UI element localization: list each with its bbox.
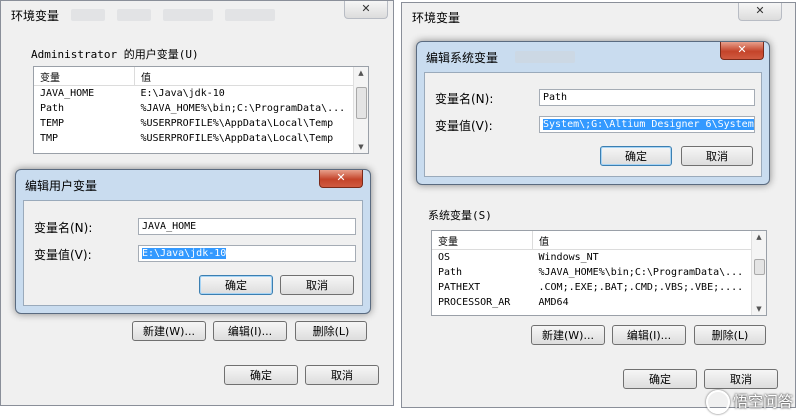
variable-name-field[interactable]: Path <box>539 89 755 106</box>
close-icon[interactable]: ✕ <box>720 42 764 60</box>
vertical-scrollbar[interactable]: ▲ ▼ <box>353 67 368 153</box>
close-icon[interactable]: ✕ <box>319 170 363 188</box>
dialog-title: 编辑系统变量 <box>426 51 499 65</box>
variable-name-label: 变量名(N): <box>435 92 494 106</box>
variable-name-label: 变量名(N): <box>34 221 93 235</box>
dialog-body: 变量名(N): Path 变量值(V): System\;G:\Altium D… <box>424 72 762 177</box>
watermark-text: 悟空问答 <box>732 392 793 411</box>
scroll-down-icon[interactable]: ▼ <box>752 303 766 315</box>
column-header-value[interactable]: 值 <box>134 67 368 86</box>
scroll-down-icon[interactable]: ▼ <box>354 141 368 153</box>
ok-button[interactable]: 确定 <box>224 365 298 385</box>
vertical-scrollbar[interactable]: ▲ ▼ <box>751 231 766 315</box>
scroll-thumb[interactable] <box>754 259 765 275</box>
cancel-button[interactable]: 取消 <box>305 365 379 385</box>
window-title: 环境变量 <box>11 9 60 23</box>
table-row[interactable]: TEMP %USERPROFILE%\AppData\Local\Temp <box>34 116 368 131</box>
table-row[interactable]: OS Windows_NT <box>432 250 766 266</box>
close-icon[interactable]: ✕ <box>738 3 782 21</box>
column-header-variable[interactable]: 变量 <box>34 67 135 86</box>
user-delete-button[interactable]: 删除(L) <box>295 321 367 341</box>
system-vars-list[interactable]: 变量值 OS Windows_NT Path %JAVA_HOME%\bin;C:\… <box>431 230 767 316</box>
system-edit-button[interactable]: 编辑(I)... <box>612 325 686 345</box>
variable-value-label: 变量值(V): <box>34 248 92 262</box>
table-row[interactable]: Path %JAVA_HOME%\bin;C:\ProgramData\... <box>34 101 368 116</box>
variable-value-field[interactable]: E:\Java\jdk-10 <box>138 245 356 262</box>
variable-name-field[interactable]: JAVA_HOME <box>138 218 356 235</box>
table-row[interactable]: PROCESSOR_AR AMD64 <box>432 295 766 310</box>
user-vars-label: Administrator 的用户变量(U) <box>31 48 199 61</box>
ok-button[interactable]: 确定 <box>623 369 697 389</box>
user-edit-button[interactable]: 编辑(I)... <box>213 321 287 341</box>
dialog-body: 变量名(N): JAVA_HOME 变量值(V): E:\Java\jdk-10… <box>23 200 363 306</box>
selected-text: System\;G:\Altium Designer 6\System <box>543 119 754 130</box>
user-vars-list[interactable]: 变量值 JAVA_HOME E:\Java\jdk-10 Path %JAVA_HO… <box>33 66 369 154</box>
table-row[interactable]: TMP %USERPROFILE%\AppData\Local\Temp <box>34 131 368 146</box>
system-vars-label: 系统变量(S) <box>428 209 492 222</box>
table-row[interactable]: PATHEXT .COM;.EXE;.BAT;.CMD;.VBS;.VBE;...… <box>432 280 766 295</box>
close-icon[interactable]: ✕ <box>344 1 388 19</box>
blurred-tabs <box>515 51 587 69</box>
system-new-button[interactable]: 新建(W)... <box>531 325 605 345</box>
dialog-cancel-button[interactable]: 取消 <box>681 146 753 166</box>
scroll-thumb[interactable] <box>356 87 367 119</box>
edit-system-variable-dialog: 编辑系统变量 ✕ 变量名(N): Path 变量值(V): System\;G:… <box>416 41 770 185</box>
variable-value-field[interactable]: System\;G:\Altium Designer 6\System <box>539 116 755 133</box>
watermark: 悟空问答 <box>705 390 793 414</box>
user-new-button[interactable]: 新建(W)... <box>132 321 206 341</box>
dialog-title: 编辑用户变量 <box>25 179 98 193</box>
table-row[interactable]: Path %JAVA_HOME%\bin;C:\ProgramData\... <box>432 265 766 280</box>
window-title: 环境变量 <box>412 11 461 25</box>
edit-user-variable-dialog: 编辑用户变量 ✕ 变量名(N): JAVA_HOME 变量值(V): E:\Ja… <box>15 169 371 314</box>
cancel-button[interactable]: 取消 <box>704 369 778 389</box>
scroll-up-icon[interactable]: ▲ <box>752 231 766 243</box>
scroll-up-icon[interactable]: ▲ <box>354 67 368 79</box>
dialog-ok-button[interactable]: 确定 <box>600 146 672 166</box>
selected-text: E:\Java\jdk-10 <box>142 248 227 259</box>
dialog-ok-button[interactable]: 确定 <box>199 275 273 295</box>
column-header-variable[interactable]: 变量 <box>432 231 533 250</box>
column-header-value[interactable]: 值 <box>532 231 766 250</box>
system-delete-button[interactable]: 删除(L) <box>694 325 766 345</box>
variable-value-label: 变量值(V): <box>435 119 493 133</box>
blurred-tabs <box>71 9 287 27</box>
dialog-cancel-button[interactable]: 取消 <box>280 275 354 295</box>
table-row[interactable]: JAVA_HOME E:\Java\jdk-10 <box>34 86 368 102</box>
watermark-logo-icon <box>705 390 730 414</box>
